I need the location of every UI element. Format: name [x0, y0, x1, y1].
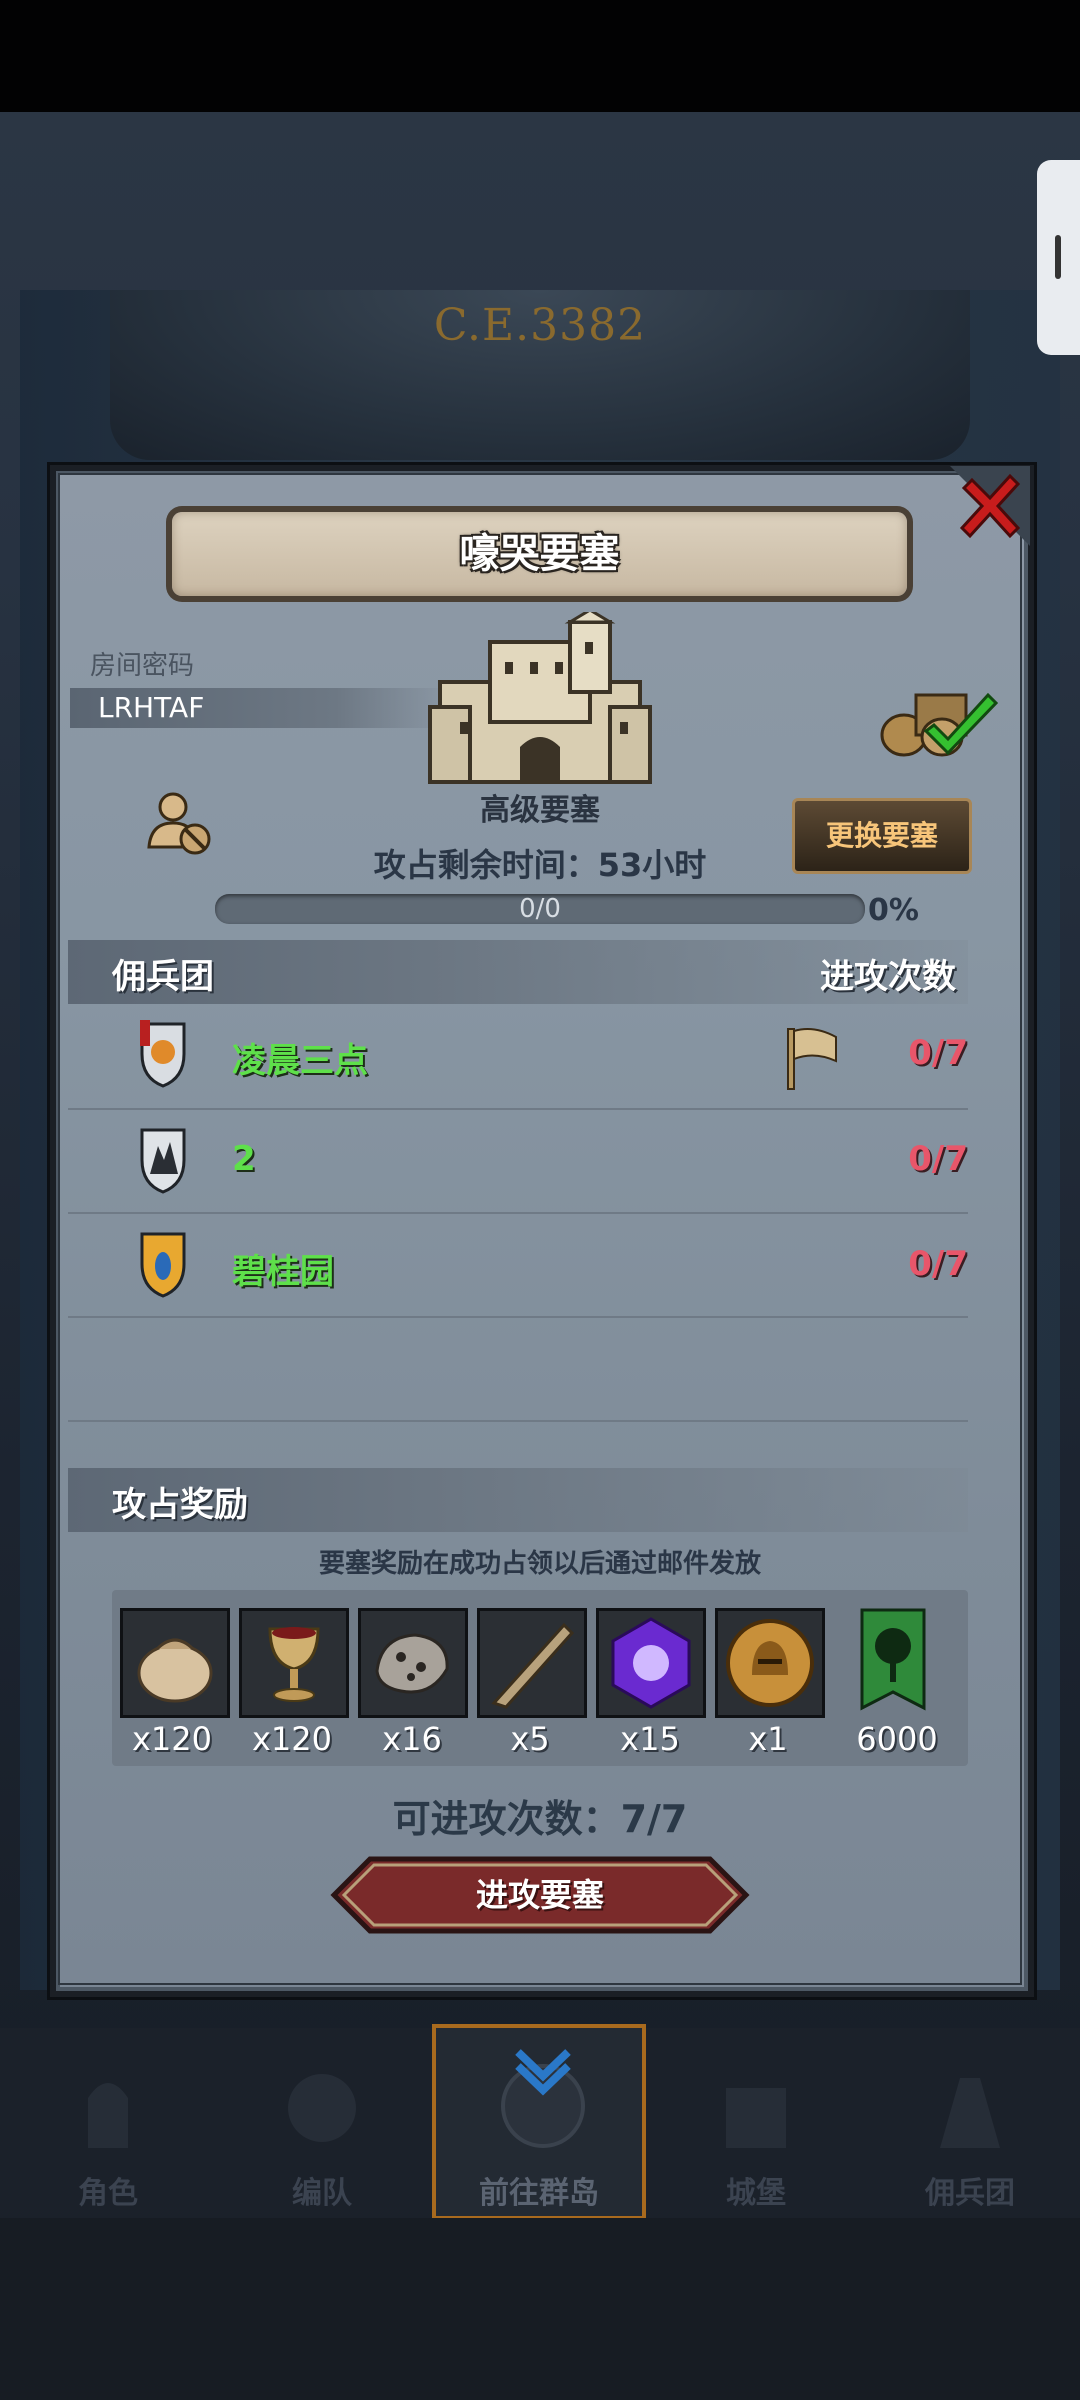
reward-count: x1 [748, 1720, 788, 1758]
helmet-coin-icon[interactable] [715, 1608, 825, 1718]
mercenary-row[interactable] [68, 1212, 968, 1318]
status-bar-area [0, 0, 1080, 112]
fortress-title: 嚎哭要塞 [459, 531, 620, 577]
mercenary-name: 2 [232, 1139, 256, 1179]
attack-count-header: 进攻次数 [820, 957, 956, 997]
castle-icon [428, 612, 652, 784]
ore-icon[interactable] [358, 1608, 468, 1718]
nav-role[interactable]: 角色 [8, 2028, 208, 2218]
nav-castle[interactable]: 城堡 [656, 2028, 856, 2218]
progress-text: 0/0 [519, 894, 561, 924]
nav-mercenary[interactable]: 佣兵团 [870, 2028, 1070, 2218]
mercenary-name: 凌晨三点 [232, 1041, 368, 1081]
room-code-value[interactable]: LRHTAF [98, 690, 204, 726]
reward-count: x5 [510, 1720, 550, 1758]
attack-count: 0/7 [908, 1033, 968, 1073]
attack-fortress-button[interactable]: 进攻要塞 [330, 1855, 750, 1935]
horn-icon[interactable] [477, 1608, 587, 1718]
goblet-icon[interactable] [239, 1608, 349, 1718]
nav-label: 前往群岛 [479, 2176, 599, 2211]
nav-label: 城堡 [726, 2176, 786, 2211]
helmet-icon [288, 2074, 356, 2142]
guild-shield-icon [140, 1232, 186, 1298]
flag-icon [787, 1028, 837, 1090]
reward-count: x16 [382, 1720, 442, 1758]
reward-count: 6000 [856, 1720, 938, 1758]
nav-label: 佣兵团 [925, 2176, 1015, 2211]
purple-gem-icon[interactable] [596, 1608, 706, 1718]
attack-count: 0/7 [908, 1244, 968, 1284]
nav-islands[interactable]: 前往群岛 [432, 2024, 646, 2220]
empty-row [68, 1316, 968, 1422]
reward-count: x120 [131, 1720, 212, 1758]
nav-label: 角色 [78, 2176, 138, 2211]
time-remaining: 攻占剩余时间：53小时 [373, 846, 707, 884]
attacks-remaining: 可进攻次数：7/7 [392, 1797, 688, 1841]
mercenary-name: 碧桂园 [232, 1252, 334, 1292]
reward-header-title: 攻占奖励 [112, 1485, 248, 1525]
bottom-bar [0, 2218, 1080, 2400]
side-drawer-handle[interactable] [1037, 160, 1080, 355]
tree-banner-icon[interactable] [858, 1608, 928, 1712]
reward-count: x120 [251, 1720, 332, 1758]
mercenary-header-title: 佣兵团 [112, 957, 214, 997]
reward-count: x15 [620, 1720, 680, 1758]
guild-shield-icon [140, 1128, 186, 1194]
attack-count: 0/7 [908, 1139, 968, 1179]
era-label: C.E.3382 [433, 300, 647, 351]
reward-bags-claimed-icon[interactable] [876, 677, 998, 759]
nav-label: 编队 [292, 2176, 352, 2211]
castle-nav-icon [726, 2088, 786, 2148]
room-code-label: 房间密码 [90, 651, 195, 681]
compass-icon [501, 2049, 585, 2148]
sack-icon[interactable] [120, 1608, 230, 1718]
reward-note: 要塞奖励在成功占领以后通过邮件发放 [318, 1549, 761, 1579]
guild-shield-icon [140, 1020, 186, 1088]
mercenary-nav-icon [940, 2078, 1000, 2148]
knight-icon [88, 2083, 128, 2148]
nav-formation[interactable]: 编队 [222, 2028, 422, 2218]
close-icon[interactable] [950, 466, 1030, 546]
progress-percent: 0% [868, 893, 919, 928]
mercenary-row[interactable] [68, 1108, 968, 1214]
